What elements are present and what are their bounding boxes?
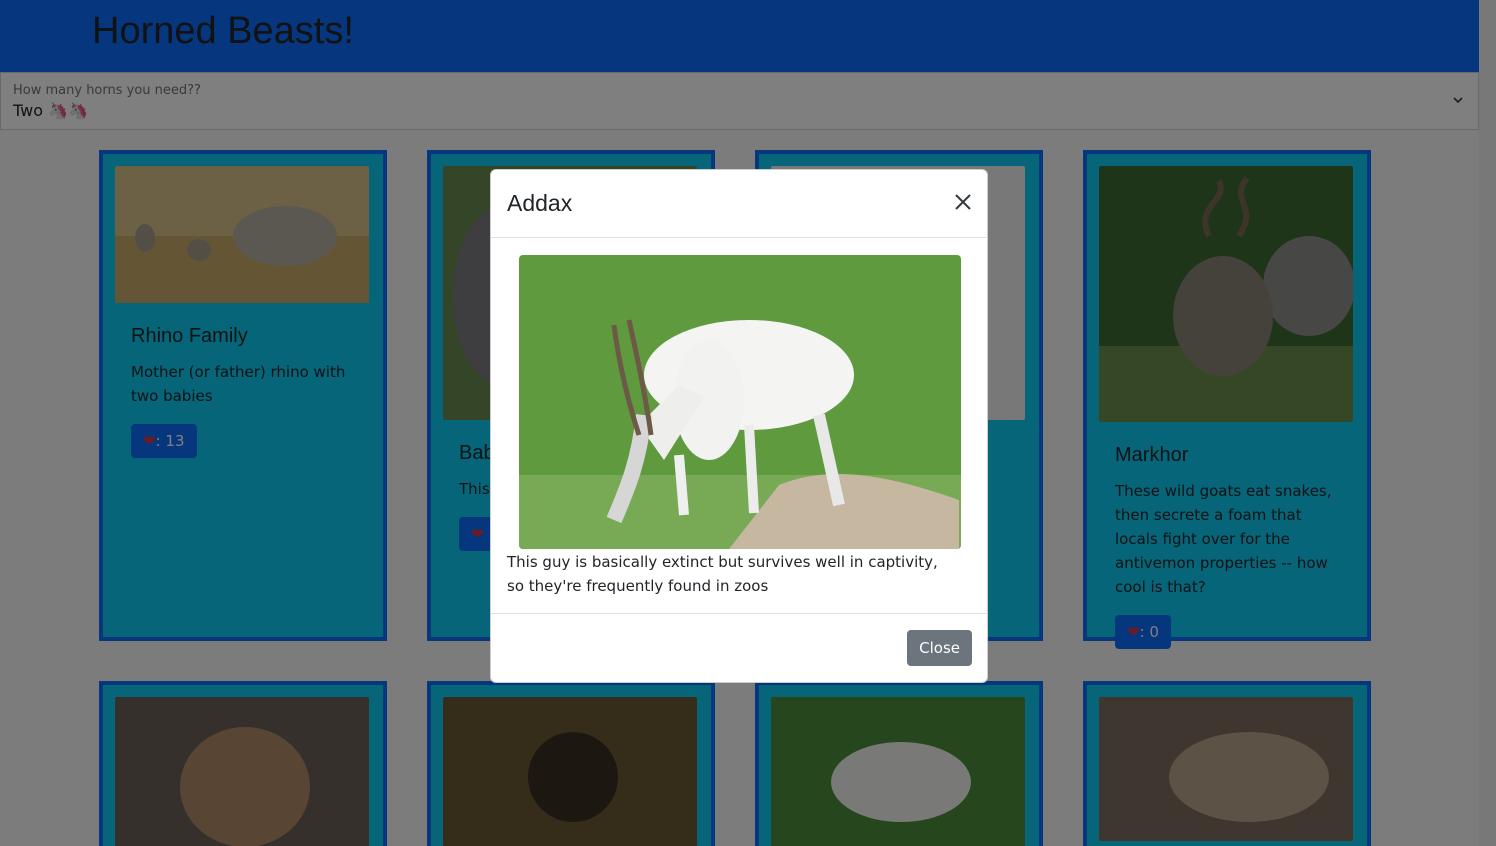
addax-image — [519, 255, 961, 549]
modal-description: This guy is basically extinct but surviv… — [507, 553, 938, 595]
close-button[interactable]: Close — [907, 630, 972, 666]
modal-title: Addax — [507, 190, 573, 216]
modal-footer: Close — [491, 613, 987, 683]
close-icon[interactable] — [953, 192, 973, 212]
modal-header: Addax — [491, 170, 987, 238]
beast-modal: Addax This guy is basically extinct but … — [490, 169, 988, 683]
